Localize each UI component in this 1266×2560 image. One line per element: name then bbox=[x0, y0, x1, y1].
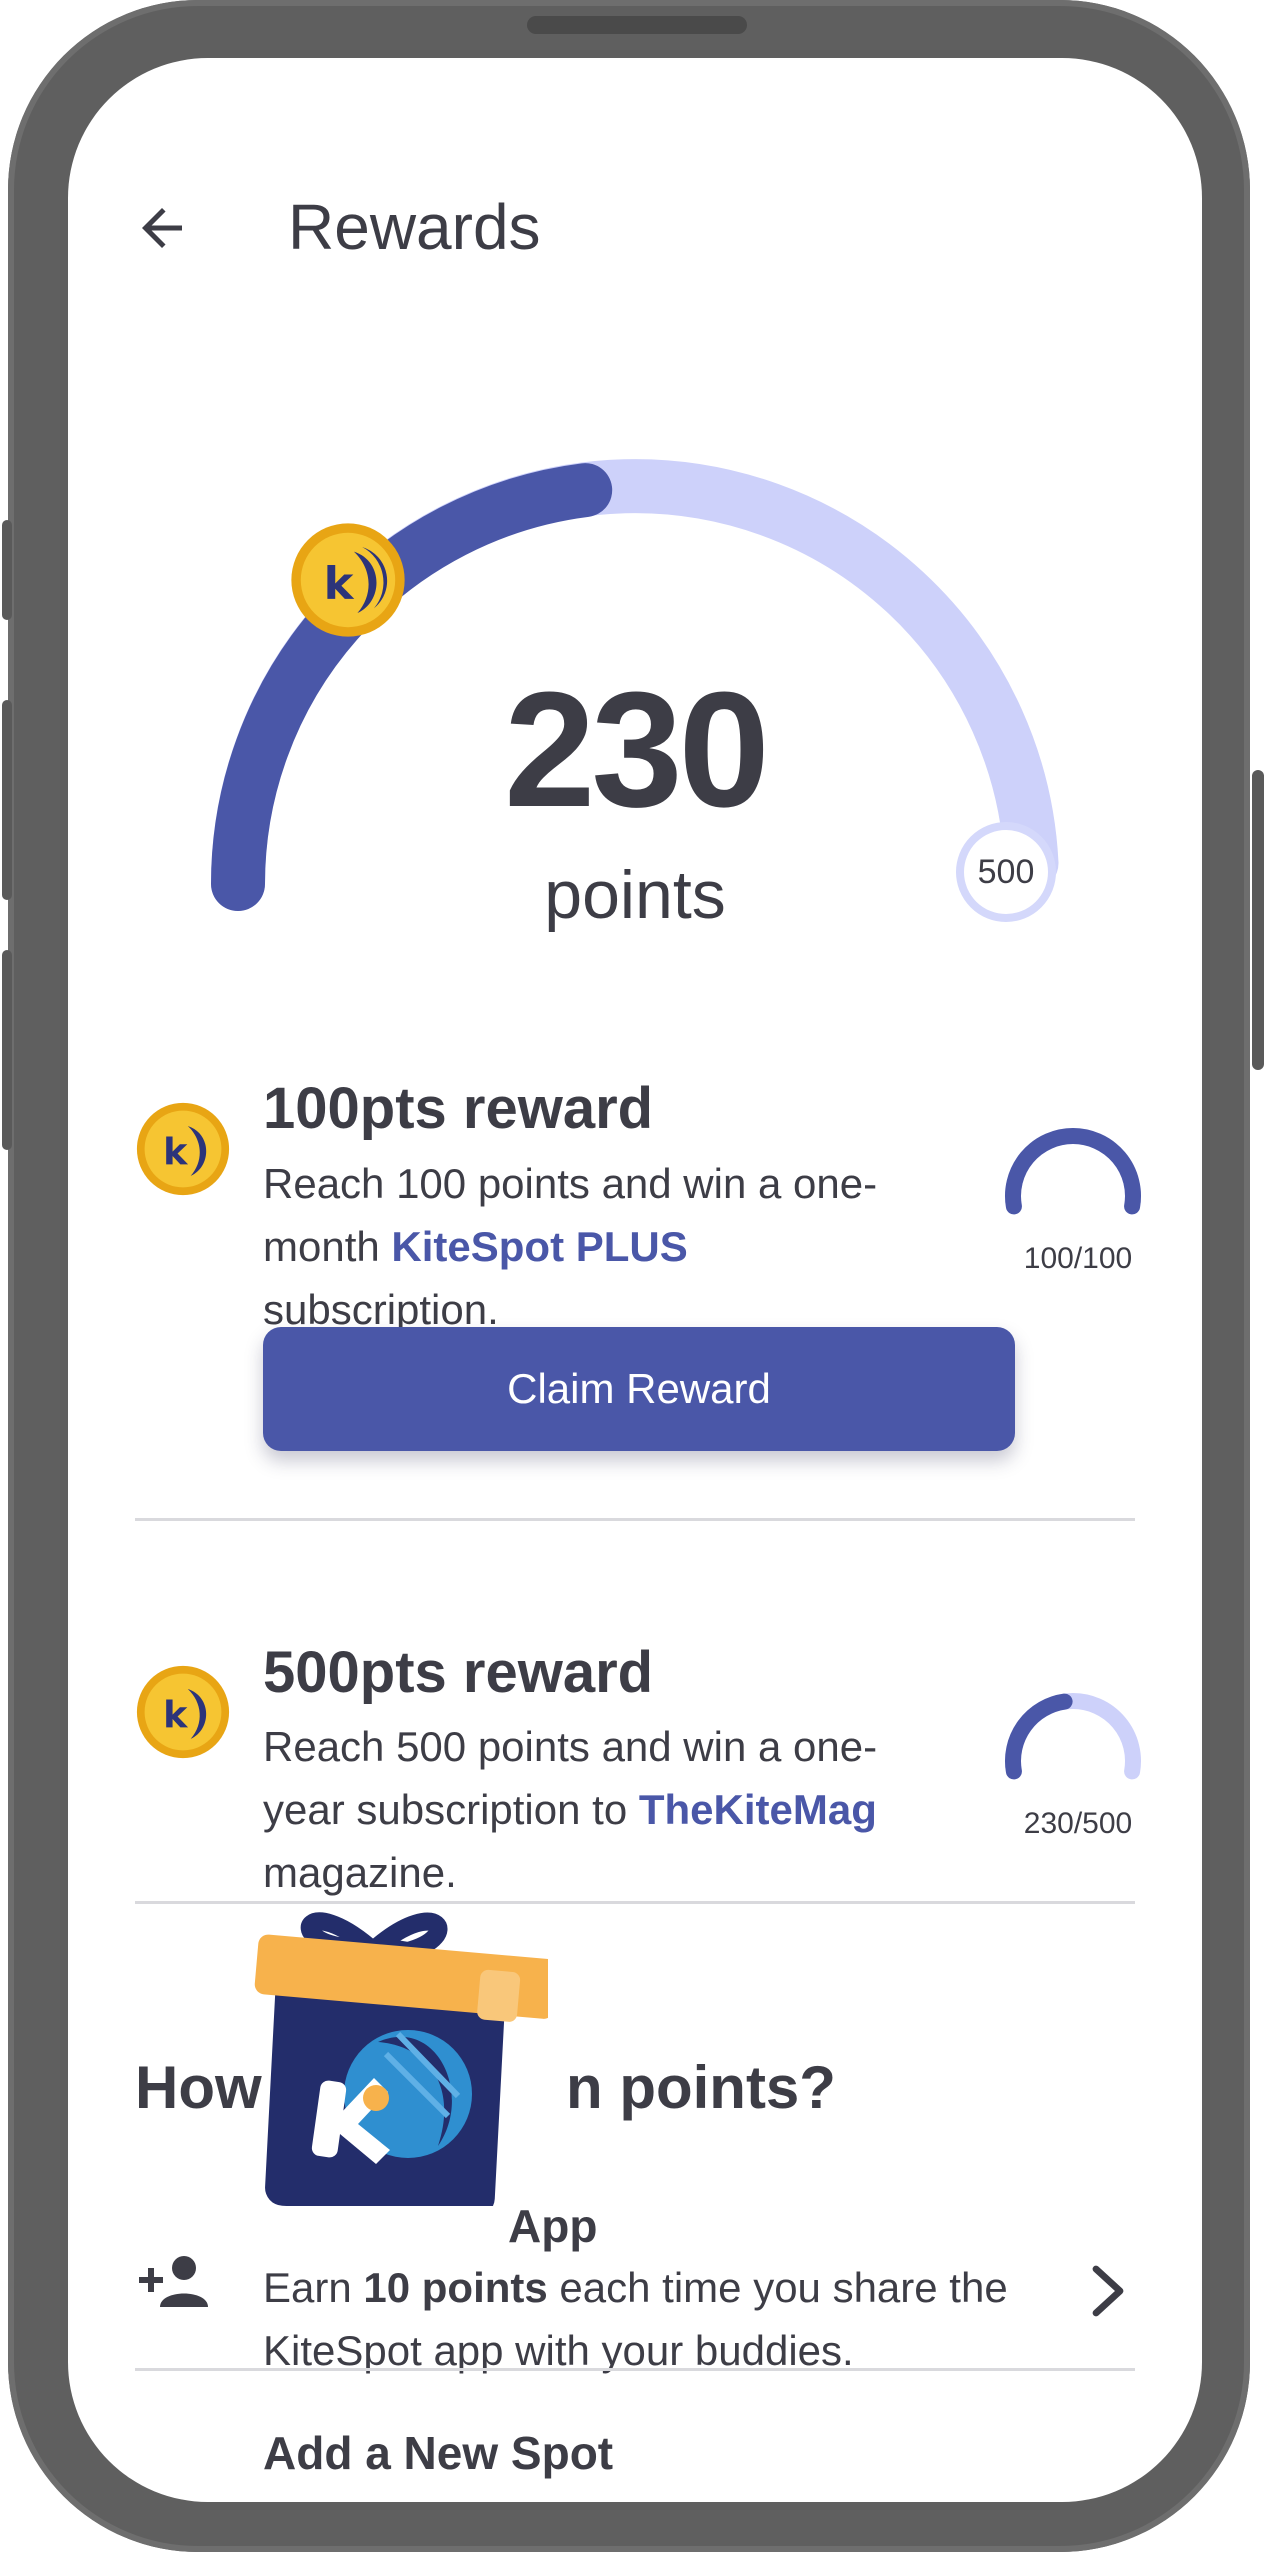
earn-item-add-spot[interactable]: Add a New Spot bbox=[68, 2398, 1202, 2502]
svg-text:k: k bbox=[163, 1693, 188, 1736]
reward-progress-gauge bbox=[1005, 1693, 1141, 1780]
earn-item-title: App bbox=[508, 2200, 598, 2252]
svg-text:k: k bbox=[324, 557, 355, 610]
kitespot-coin-icon: k bbox=[136, 1102, 230, 1196]
phone-frame: Rewards k 230 points 500 k 100pts reward… bbox=[2, 0, 1264, 2560]
claim-reward-button[interactable]: Claim Reward bbox=[263, 1327, 1015, 1451]
earn-item-title: Add a New Spot bbox=[263, 2427, 614, 2479]
earn-desc-bold: 10 points bbox=[363, 2264, 548, 2311]
reward-title: 100pts reward bbox=[263, 1076, 654, 1141]
volume-down-button bbox=[2, 950, 12, 1150]
section-title-end: n points? bbox=[566, 2054, 836, 2121]
reward-progress-gauge bbox=[1005, 1128, 1141, 1215]
chevron-right-icon[interactable] bbox=[1088, 2263, 1132, 2319]
earn-item-description: Earn 10 points each time you share the K… bbox=[263, 2256, 1023, 2382]
reward-highlight: TheKiteMag bbox=[638, 1786, 877, 1833]
app-screen: Rewards k 230 points 500 k 100pts reward… bbox=[68, 58, 1202, 2502]
reward-progress-text: 230/500 bbox=[1023, 1807, 1133, 1840]
page-title: Rewards bbox=[288, 191, 541, 263]
mini-gauge-fill bbox=[1005, 1693, 1073, 1780]
section-title-start: How bbox=[135, 2054, 262, 2121]
kitespot-coin-icon: k bbox=[136, 1665, 230, 1759]
points-value: 230 bbox=[504, 658, 770, 841]
volume-up-button bbox=[2, 700, 12, 900]
reward-highlight: KiteSpot PLUS bbox=[391, 1223, 688, 1270]
divider bbox=[135, 1518, 1135, 1521]
reward-title: 500pts reward bbox=[263, 1640, 654, 1705]
reward-progress-text: 100/100 bbox=[1023, 1242, 1133, 1275]
gauge-max-badge: 500 bbox=[956, 822, 1056, 922]
gift-box-illustration bbox=[254, 1912, 548, 2206]
mini-gauge-fill bbox=[1005, 1128, 1141, 1215]
side-button bbox=[2, 520, 12, 620]
reward-description: Reach 100 points and win a one-month Kit… bbox=[263, 1152, 883, 1341]
person-add-icon bbox=[139, 2256, 208, 2307]
points-label: points bbox=[544, 857, 726, 933]
svg-text:k: k bbox=[163, 1130, 188, 1173]
power-button bbox=[1252, 770, 1264, 1070]
divider bbox=[135, 2368, 1135, 2371]
speaker-grille bbox=[527, 16, 747, 34]
kitespot-coin-icon: k bbox=[291, 523, 405, 637]
earn-desc-text: Earn bbox=[263, 2264, 364, 2311]
reward-desc-text: subscription. bbox=[263, 1286, 499, 1333]
back-arrow-icon[interactable] bbox=[132, 198, 192, 258]
